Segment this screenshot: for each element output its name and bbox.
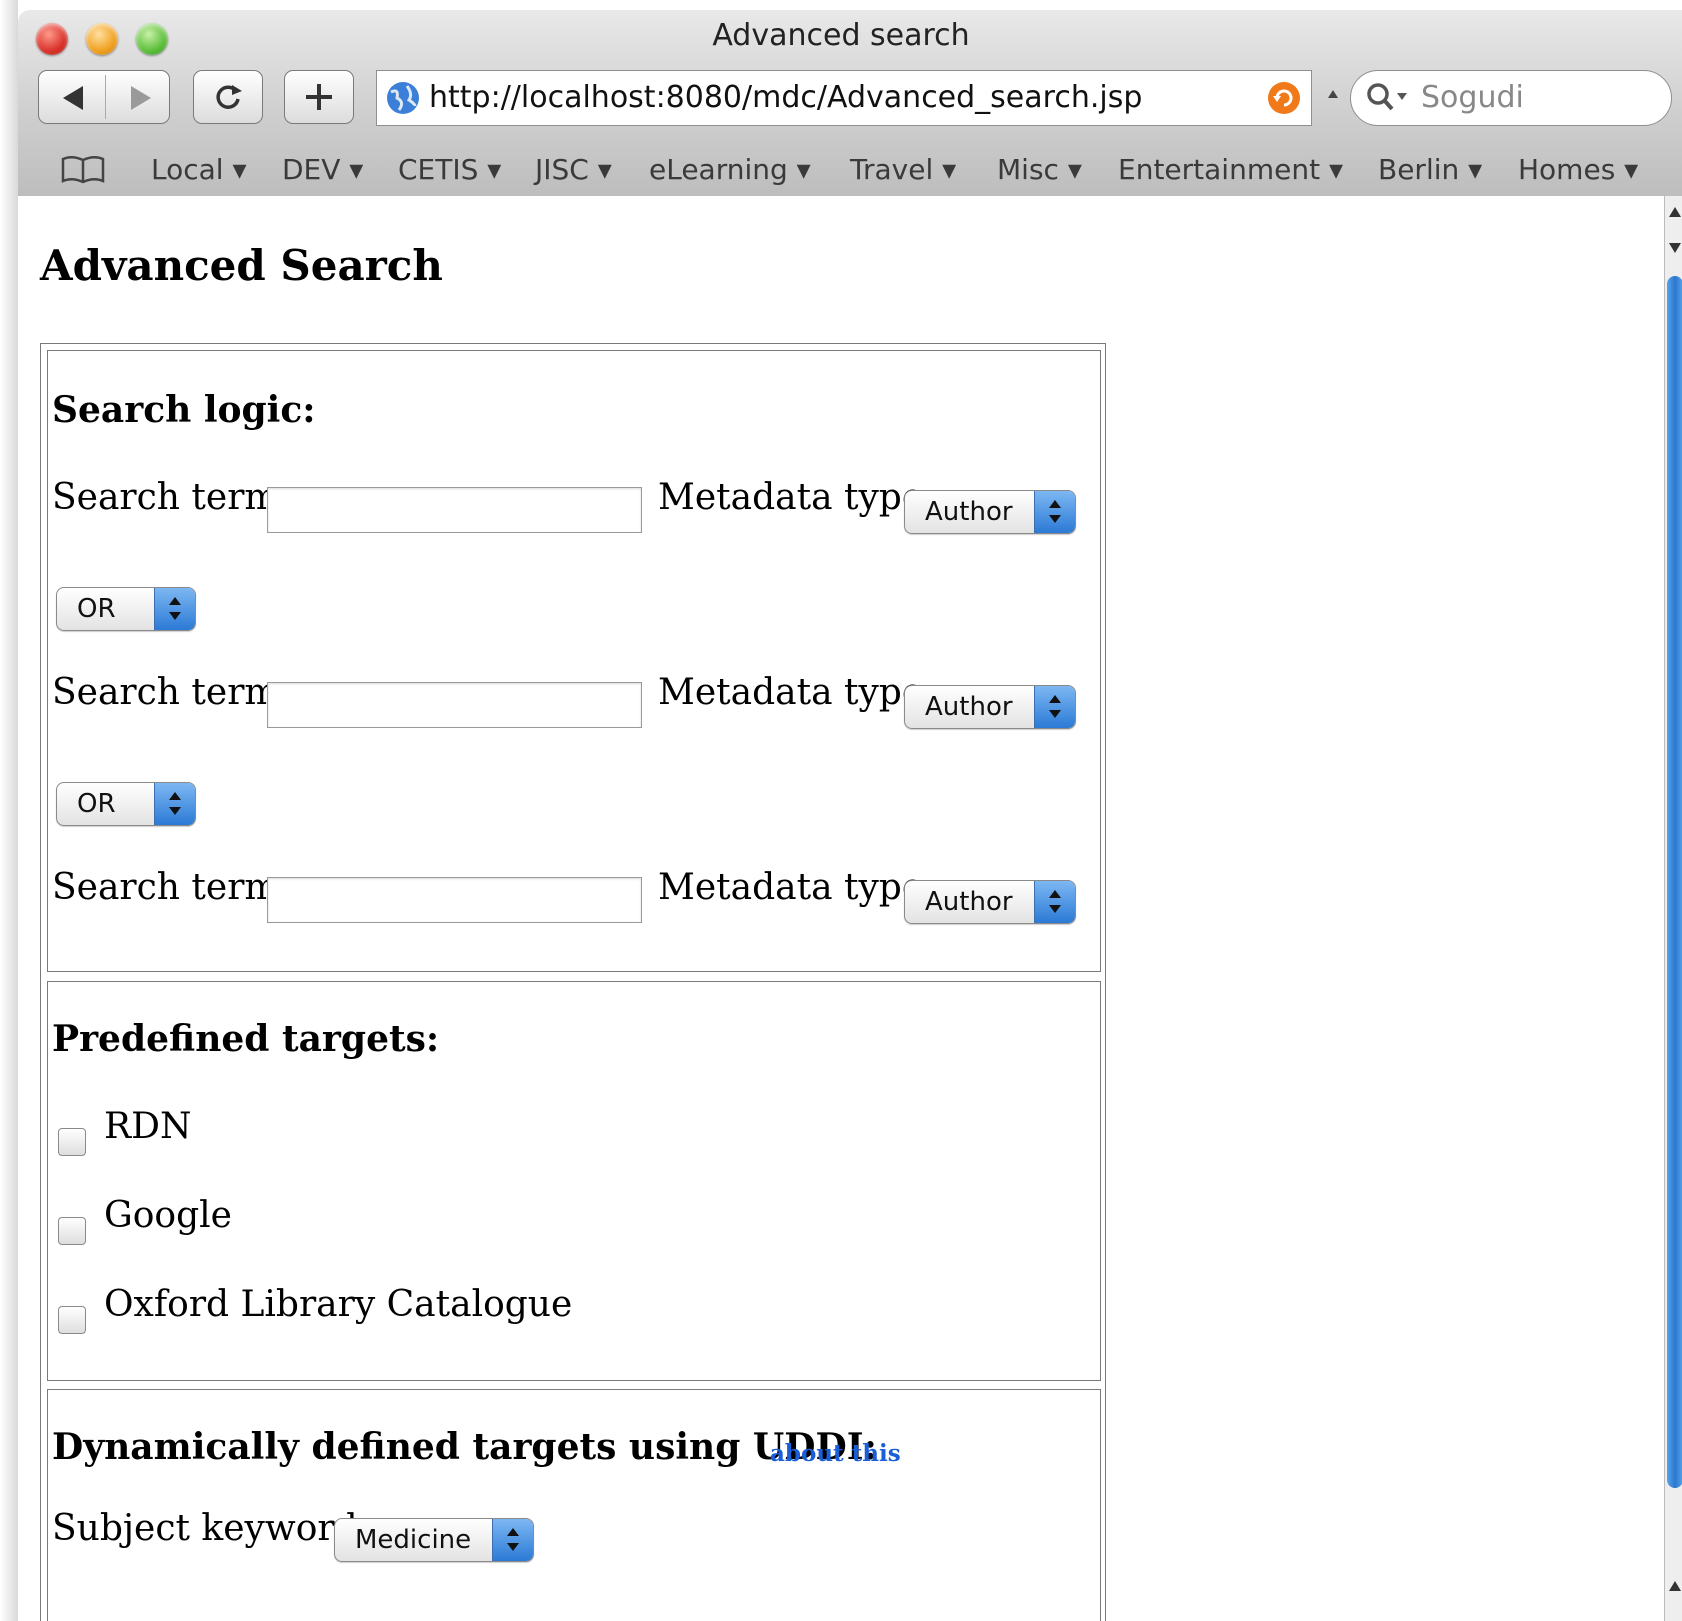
snapback-icon[interactable] [1267, 81, 1301, 115]
browser-window: Advanced search http://localhost:8080/md… [0, 0, 1682, 1621]
select-arrows-icon [492, 1519, 533, 1561]
bookmark-homes[interactable]: Homes ▾ [1518, 153, 1638, 186]
select-arrows-icon [154, 783, 195, 825]
plus-icon [306, 84, 332, 110]
bookmarks-bar: Local ▾ DEV ▾ CETIS ▾ JISC ▾ eLearning ▾… [18, 143, 1682, 195]
reload-button[interactable] [193, 70, 263, 124]
subject-keyword-value: Medicine [355, 1525, 472, 1555]
metadata-type-select-2[interactable]: Author [904, 685, 1076, 729]
metadata-type-label-1: Metadata type: [658, 477, 936, 518]
search-field[interactable]: Sogudi [1350, 70, 1672, 126]
search-term-label-2: Search term: [52, 672, 291, 713]
search-logic-section: Search logic: Search term: Metadata type… [47, 350, 1101, 972]
search-logic-heading: Search logic: [52, 389, 316, 431]
target-label-oxford-library: Oxford Library Catalogue [104, 1284, 573, 1325]
bookmark-jisc[interactable]: JISC ▾ [535, 153, 612, 186]
divider [105, 75, 106, 119]
metadata-type-label-3: Metadata type: [658, 867, 936, 908]
search-term-input-1[interactable] [267, 487, 642, 533]
scroll-thumb[interactable] [1667, 276, 1682, 1488]
scroll-up-arrow-icon-bottom[interactable] [1667, 1578, 1682, 1594]
search-term-label-1: Search term: [52, 477, 291, 518]
subject-keyword-select[interactable]: Medicine [334, 1518, 534, 1562]
subject-keyword-label: Subject keyword [52, 1508, 358, 1549]
predefined-targets-section: Predefined targets: RDN Google Oxford Li… [47, 981, 1101, 1381]
bookmark-local[interactable]: Local ▾ [151, 153, 247, 186]
operator-select-1[interactable]: OR [56, 587, 196, 631]
metadata-type-select-1[interactable]: Author [904, 490, 1076, 534]
page-content: Advanced Search Search logic: Search ter… [18, 196, 1664, 1621]
page-title: Advanced Search [40, 241, 443, 290]
address-bar[interactable]: http://localhost:8080/mdc/Advanced_searc… [376, 70, 1312, 126]
vertical-scrollbar[interactable] [1664, 196, 1682, 1621]
select-arrows-icon [1034, 881, 1075, 923]
dynamic-targets-heading: Dynamically defined targets using UDDI: [52, 1426, 877, 1468]
bookmark-berlin[interactable]: Berlin ▾ [1378, 153, 1482, 186]
bookmark-elearning[interactable]: eLearning ▾ [649, 153, 811, 186]
back-forward-buttons[interactable] [38, 70, 170, 124]
select-arrows-icon [1034, 491, 1075, 533]
search-term-label-3: Search term: [52, 867, 291, 908]
bookmarks-book-icon[interactable] [60, 155, 106, 185]
bookmark-entertainment[interactable]: Entertainment ▾ [1118, 153, 1343, 186]
bookmark-misc[interactable]: Misc ▾ [997, 153, 1082, 186]
search-form-table: Search logic: Search term: Metadata type… [40, 343, 1106, 1621]
search-icon[interactable] [1365, 81, 1411, 115]
scroll-down-arrow-icon[interactable] [1667, 240, 1682, 256]
globe-icon [387, 82, 419, 114]
checkbox-oxford-library[interactable] [58, 1306, 86, 1334]
select-arrows-icon [1034, 686, 1075, 728]
target-label-google: Google [104, 1195, 232, 1236]
metadata-type-value-2: Author [925, 692, 1013, 722]
url-text: http://localhost:8080/mdc/Advanced_searc… [429, 80, 1143, 115]
checkbox-rdn[interactable] [58, 1128, 86, 1156]
search-term-input-2[interactable] [267, 682, 642, 728]
checkbox-google[interactable] [58, 1217, 86, 1245]
reload-icon [216, 85, 242, 109]
about-this-link[interactable]: about this [770, 1440, 901, 1467]
scroll-up-arrow-icon[interactable] [1667, 204, 1682, 220]
operator-select-2[interactable]: OR [56, 782, 196, 826]
metadata-type-label-2: Metadata type: [658, 672, 936, 713]
operator-value-1: OR [77, 594, 116, 624]
metadata-type-value-1: Author [925, 497, 1013, 527]
metadata-type-select-3[interactable]: Author [904, 880, 1076, 924]
window-title: Advanced search [712, 18, 970, 53]
window-shadow [0, 0, 18, 1621]
target-label-rdn: RDN [104, 1106, 192, 1147]
bookmark-cetis[interactable]: CETIS ▾ [398, 153, 501, 186]
forward-arrow-icon[interactable] [125, 83, 155, 113]
predefined-targets-heading: Predefined targets: [52, 1018, 440, 1060]
select-arrows-icon [154, 588, 195, 630]
operator-value-2: OR [77, 789, 116, 819]
bookmark-travel[interactable]: Travel ▾ [850, 153, 956, 186]
search-term-input-3[interactable] [267, 877, 642, 923]
metadata-type-value-3: Author [925, 887, 1013, 917]
back-arrow-icon[interactable] [59, 83, 89, 113]
bookmark-dev[interactable]: DEV ▾ [282, 153, 363, 186]
search-placeholder: Sogudi [1421, 80, 1524, 115]
search-resize-handle-icon [1328, 90, 1338, 98]
dynamic-targets-section: Dynamically defined targets using UDDI: … [47, 1389, 1101, 1621]
add-bookmark-button[interactable] [284, 70, 354, 124]
